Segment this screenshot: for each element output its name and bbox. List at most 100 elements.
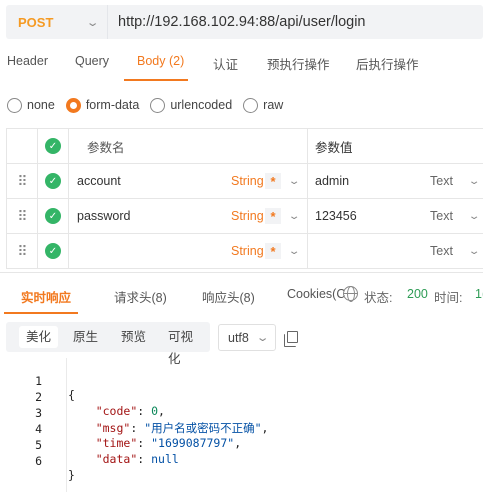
value-type[interactable]: Text (430, 174, 453, 188)
radio-urlencoded[interactable]: urlencoded (150, 97, 233, 113)
format-preview-button[interactable]: 预览 (114, 326, 153, 348)
method-select[interactable]: POST ⌄ (6, 5, 108, 39)
drag-handle-icon[interactable]: ⠿ (7, 234, 38, 268)
code-text: "time": "1699087797", (95, 436, 242, 450)
row-checkbox[interactable]: ✓ (38, 199, 69, 233)
tab-query[interactable]: Query (75, 54, 109, 68)
response-body-viewer[interactable]: 1 { 2 "code": 0, 3 "msg": "用户名或密码不正确", 4… (0, 358, 483, 492)
header-label: 参数名 (87, 140, 125, 155)
required-toggle[interactable]: * (265, 243, 281, 259)
code-line: 4 "time": "1699087797", (0, 408, 241, 450)
check-icon[interactable]: ✓ (45, 138, 61, 154)
code-line: 1 { (0, 360, 75, 402)
radio-form-data[interactable]: form-data (65, 97, 139, 113)
check-icon[interactable]: ✓ (45, 173, 61, 189)
json-key: "time" (95, 436, 138, 450)
required-toggle[interactable]: * (265, 208, 281, 224)
chevron-down-icon[interactable]: ⌄ (468, 176, 481, 187)
radio-raw[interactable]: raw (243, 97, 283, 113)
format-toolbar: 美化 原生 预览 可视化 (6, 322, 210, 366)
table-row: ⠿ ✓ String * ⌄ Text ⌄ (7, 234, 483, 269)
url-input[interactable]: http://192.168.102.94:88/api/user/login (108, 14, 483, 30)
radio-label: urlencoded (170, 98, 233, 112)
globe-icon[interactable] (343, 286, 358, 302)
param-value: 123456 (315, 209, 357, 223)
json-value: null (151, 452, 179, 466)
format-visualize-button[interactable]: 可视化 (161, 326, 210, 366)
status-label: 状态: (364, 291, 393, 305)
format-raw-button[interactable]: 原生 (66, 326, 105, 348)
json-value: "用户名或密码不正确" (144, 421, 262, 435)
chevron-down-icon[interactable]: ⌄ (468, 246, 481, 257)
radio-circle-checked[interactable] (65, 97, 81, 113)
time-value: 1( (475, 287, 483, 301)
copy-icon[interactable] (284, 331, 298, 347)
request-tabs: Header Query Body (2) 认证 预执行操作 后执行操作 (0, 44, 483, 81)
value-type[interactable]: Text (430, 244, 453, 258)
radio-circle[interactable] (243, 97, 259, 113)
tab-request-headers[interactable]: 请求头(8) (114, 287, 167, 306)
code-text: "code": 0, (95, 404, 165, 418)
chevron-down-icon[interactable]: ⌄ (468, 211, 481, 222)
table-row: ⠿ ✓ password String * ⌄ 123456 Text ⌄ (7, 199, 483, 234)
radio-none[interactable]: none (7, 97, 55, 113)
gutter-divider (66, 358, 67, 492)
param-type[interactable]: String (231, 244, 264, 258)
tab-cookies[interactable]: Cookies(C (287, 287, 345, 301)
encoding-select[interactable]: utf8 ⌄ (218, 324, 276, 351)
row-checkbox[interactable]: ✓ (38, 164, 69, 198)
code-text: { (68, 388, 75, 402)
code-text: "msg": "用户名或密码不正确", (95, 421, 269, 435)
param-name: password (77, 209, 131, 223)
required-toggle[interactable]: * (265, 173, 281, 189)
drag-handle-icon[interactable]: ⠿ (7, 199, 38, 233)
radio-circle[interactable] (7, 97, 22, 113)
code-text: "data": null (95, 452, 179, 466)
param-name-cell[interactable]: password String * ⌄ (69, 199, 308, 233)
json-value: 0 (151, 404, 159, 418)
tab-post-script[interactable]: 后执行操作 (356, 54, 419, 73)
param-value-cell[interactable]: 123456 Text ⌄ (308, 199, 483, 233)
line-number: 6 (35, 454, 42, 468)
json-key: "msg" (95, 421, 131, 435)
chevron-down-icon: ⌄ (255, 332, 270, 344)
check-icon[interactable]: ✓ (45, 208, 61, 224)
chevron-down-icon[interactable]: ⌄ (288, 246, 301, 257)
json-key: "data" (95, 452, 138, 466)
chevron-down-icon: ⌄ (85, 16, 100, 29)
tab-live-response[interactable]: 实时响应 (21, 287, 71, 306)
param-name-cell[interactable]: String * ⌄ (69, 234, 308, 268)
param-type[interactable]: String (231, 174, 264, 188)
code-line: 6 } (0, 440, 75, 482)
response-tabs: 实时响应 请求头(8) 响应头(8) Cookies(C 状态: 200 时间:… (0, 273, 483, 315)
format-beautify-button[interactable]: 美化 (19, 326, 59, 348)
param-name: account (77, 174, 121, 188)
check-icon[interactable]: ✓ (45, 243, 61, 259)
encoding-value: utf8 (228, 330, 249, 345)
code-line: 5 "data": null (0, 424, 179, 466)
tab-response-headers[interactable]: 响应头(8) (202, 287, 255, 306)
param-value-cell[interactable]: admin Text ⌄ (308, 164, 483, 198)
chevron-down-icon[interactable]: ⌄ (288, 176, 301, 187)
param-type[interactable]: String (231, 209, 264, 223)
json-value: "1699087797" (151, 436, 235, 450)
tab-auth[interactable]: 认证 (213, 54, 238, 73)
select-all-checkbox[interactable]: ✓ (38, 129, 69, 163)
url-bar: POST ⌄ http://192.168.102.94:88/api/user… (6, 5, 483, 39)
param-name-header: 参数名 (69, 129, 308, 163)
param-name-cell[interactable]: account String * ⌄ (69, 164, 308, 198)
table-row: ⠿ ✓ account String * ⌄ admin Text ⌄ (7, 164, 483, 199)
json-key: "code" (95, 404, 138, 418)
row-checkbox[interactable]: ✓ (38, 234, 69, 268)
drag-column-header (7, 129, 38, 163)
tab-pre-script[interactable]: 预执行操作 (267, 54, 330, 73)
radio-circle[interactable] (150, 97, 166, 113)
value-type[interactable]: Text (430, 209, 453, 223)
chevron-down-icon[interactable]: ⌄ (288, 211, 301, 222)
param-value-cell[interactable]: Text ⌄ (308, 234, 483, 268)
tab-header[interactable]: Header (7, 54, 48, 68)
table-header-row: ✓ 参数名 参数值 (7, 129, 483, 164)
param-value-header: 参数值 (308, 129, 483, 163)
drag-handle-icon[interactable]: ⠿ (7, 164, 38, 198)
tab-body[interactable]: Body (2) (137, 54, 184, 68)
